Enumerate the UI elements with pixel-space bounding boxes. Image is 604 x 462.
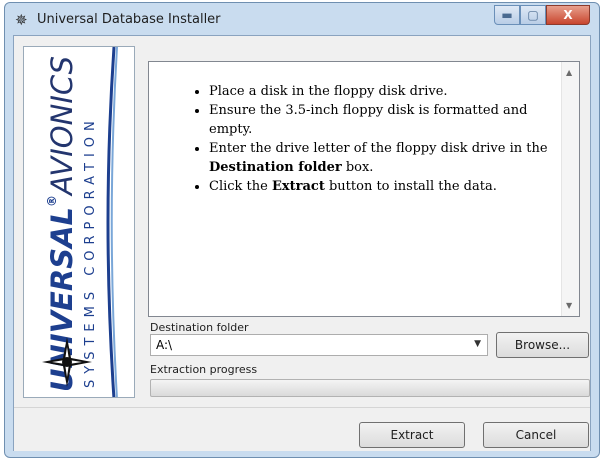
brand-name-light: AVIONICS [45, 55, 79, 195]
compass-star-icon: ✵ [15, 11, 28, 29]
extract-button[interactable]: Extract [359, 422, 465, 448]
window-title: Universal Database Installer [37, 12, 221, 27]
dialog-client-area: UNIVERSAL®AVIONICS SYSTEMS CORPORATION P… [13, 35, 591, 451]
instruction-item: Click the Extract button to install the … [209, 177, 569, 196]
scroll-down-arrow-icon[interactable]: ▼ [566, 301, 572, 310]
title-bar[interactable]: ✵ Universal Database Installer ▬ ▢ X [5, 3, 599, 37]
instruction-list: Place a disk in the floppy disk drive. E… [149, 82, 569, 196]
vertical-scrollbar[interactable]: ▲ ▼ [561, 62, 579, 316]
registered-mark: ® [45, 194, 59, 207]
destination-folder-value: A:\ [156, 338, 173, 352]
minimize-button[interactable]: ▬ [494, 5, 520, 25]
maximize-button[interactable]: ▢ [520, 5, 546, 25]
instruction-item: Ensure the 3.5-inch floppy disk is forma… [209, 101, 569, 139]
destination-folder-combobox[interactable]: A:\ ▼ [150, 334, 488, 356]
chevron-down-icon[interactable]: ▼ [474, 339, 481, 349]
close-button[interactable]: X [546, 5, 590, 25]
instruction-item: Enter the drive letter of the floppy dis… [209, 139, 569, 177]
scroll-up-arrow-icon[interactable]: ▲ [566, 68, 572, 77]
instructions-box[interactable]: Place a disk in the floppy disk drive. E… [148, 61, 580, 317]
extraction-progress-label: Extraction progress [150, 363, 258, 376]
browse-button[interactable]: Browse... [496, 332, 589, 358]
cancel-button[interactable]: Cancel [483, 422, 589, 448]
destination-folder-label: Destination folder [150, 321, 249, 334]
compass-rose-icon [42, 337, 92, 387]
extraction-progress-bar [150, 379, 590, 397]
brand-logo-panel: UNIVERSAL®AVIONICS SYSTEMS CORPORATION [23, 46, 135, 398]
instruction-item: Place a disk in the floppy disk drive. [209, 82, 569, 101]
installer-window: ✵ Universal Database Installer ▬ ▢ X UNI… [4, 2, 600, 458]
